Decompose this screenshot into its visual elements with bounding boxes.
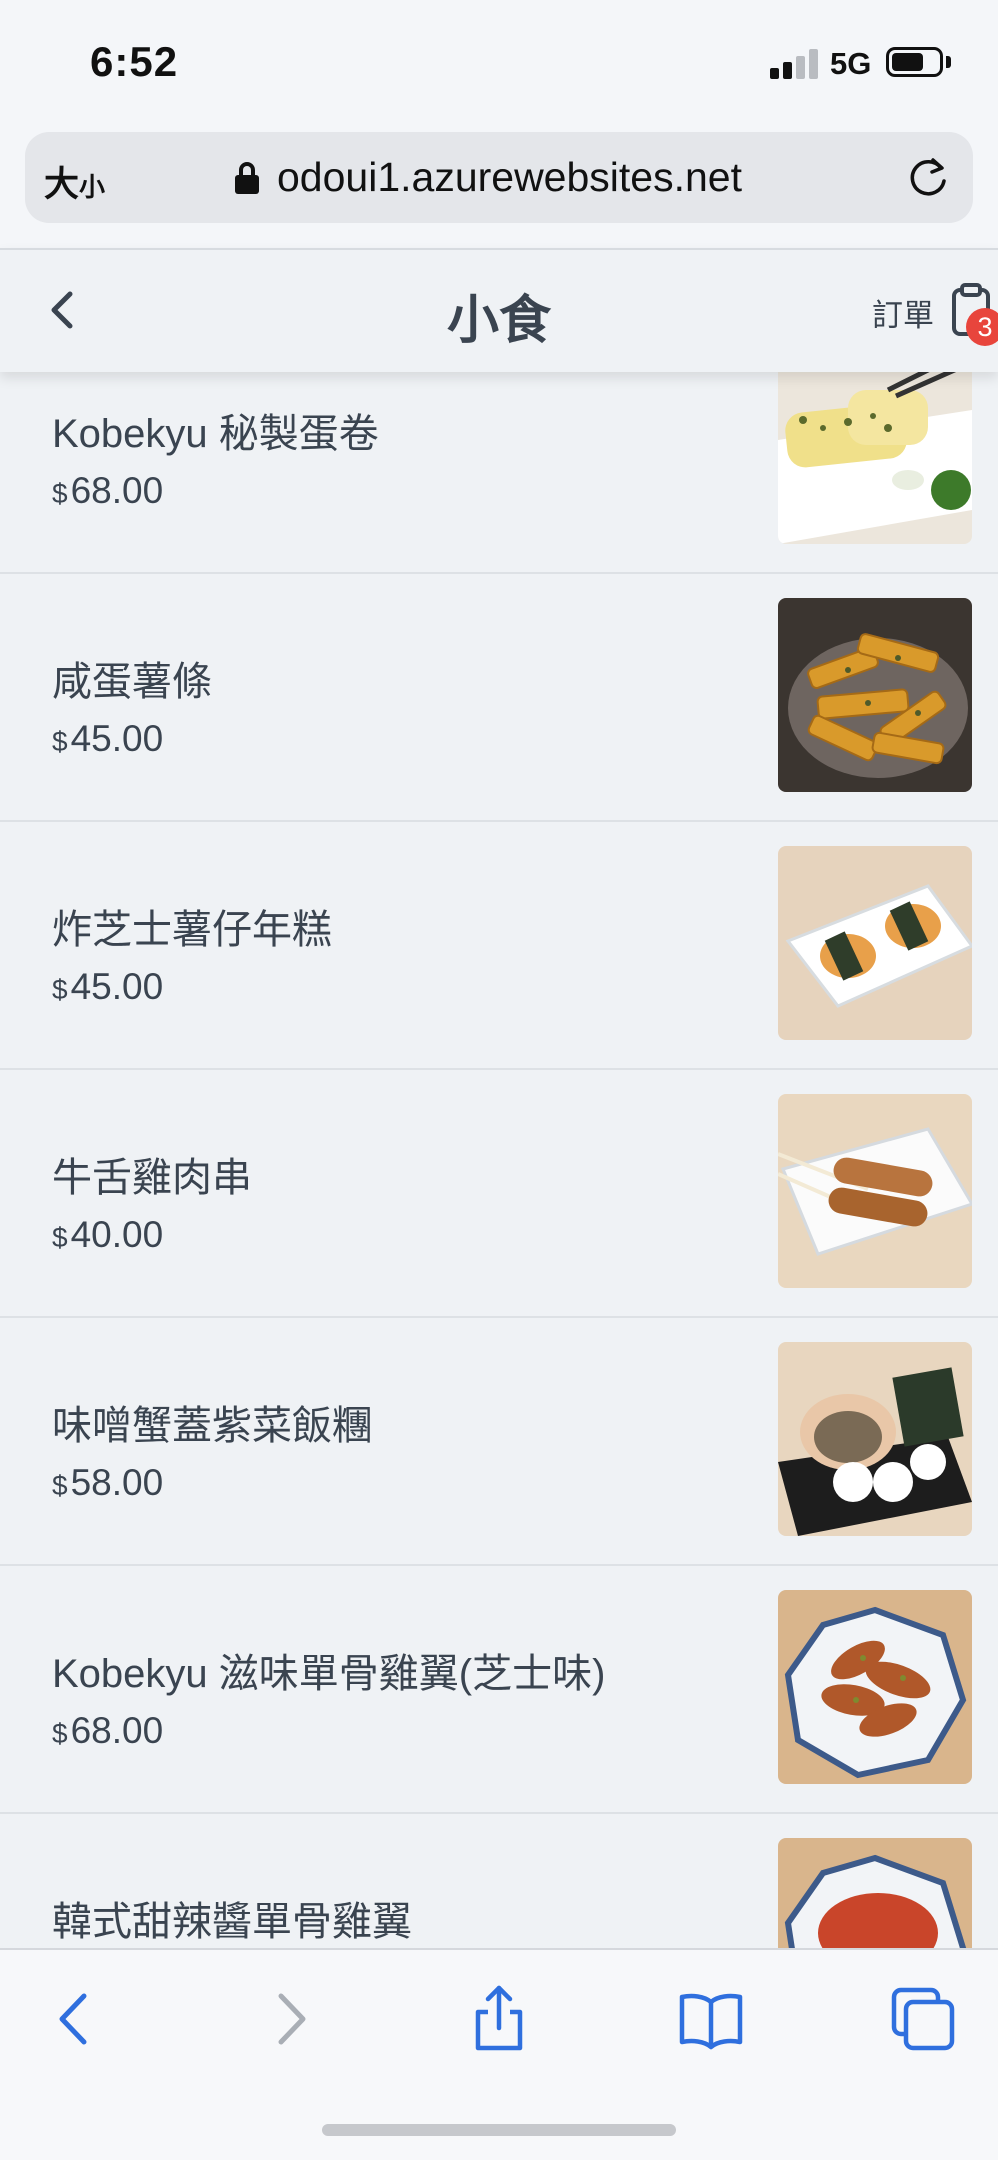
food-photo: [778, 846, 972, 1040]
item-price: $45.00: [52, 966, 163, 1008]
price-value: 68.00: [70, 470, 164, 511]
price-value: 68.00: [70, 1710, 164, 1751]
reload-icon[interactable]: [905, 154, 951, 200]
browser-address-area: 大小 odoui1.azurewebsites.net: [0, 128, 998, 248]
item-name: 韓式甜辣醬單骨雞翼: [52, 1900, 412, 1944]
currency-symbol: $: [52, 1470, 68, 1501]
status-time: 6:52: [90, 38, 179, 85]
currency-symbol: $: [52, 974, 68, 1005]
currency-symbol: $: [52, 726, 68, 757]
network-label: 5G: [830, 46, 872, 81]
battery-icon: [886, 47, 943, 77]
food-photo: [778, 372, 972, 544]
currency-symbol: $: [52, 1222, 68, 1253]
price-value: 45.00: [70, 966, 164, 1007]
page-title: 小食: [446, 292, 551, 350]
item-price: $40.00: [52, 1214, 163, 1256]
food-photo: [778, 1094, 972, 1288]
home-indicator: [322, 2124, 676, 2136]
page-header: 小食 訂單 3: [0, 248, 998, 372]
item-price: $58.00: [52, 1462, 163, 1504]
menu-item[interactable]: 炸芝士薯仔年糕 $45.00: [0, 822, 998, 1070]
menu-list: Kobekyu 秘製蛋卷 $68.00 咸蛋薯條 $45.00 炸芝士薯仔年糕 …: [0, 372, 998, 1948]
menu-item[interactable]: Kobekyu 秘製蛋卷 $68.00: [0, 372, 998, 574]
signal-icon: [770, 47, 818, 79]
item-name: 咸蛋薯條: [52, 660, 212, 704]
menu-item[interactable]: 咸蛋薯條 $45.00: [0, 574, 998, 822]
back-icon[interactable]: [40, 1984, 110, 2054]
lock-icon: [235, 162, 259, 194]
price-value: 45.00: [70, 718, 164, 759]
currency-symbol: $: [52, 1718, 68, 1749]
order-link[interactable]: 訂單: [872, 290, 934, 335]
text-size-small: 小: [79, 172, 106, 202]
item-price: $68.00: [52, 470, 163, 512]
menu-item[interactable]: 韓式甜辣醬單骨雞翼 $: [0, 1814, 998, 1948]
item-name: 牛舌雞肉串: [52, 1156, 252, 1200]
cart-count-badge: 3: [966, 308, 998, 346]
item-price: $45.00: [52, 718, 163, 760]
item-price: $68.00: [52, 1710, 163, 1752]
text-size-big: 大: [44, 165, 80, 204]
food-photo: [778, 1838, 972, 1948]
item-name: Kobekyu 秘製蛋卷: [52, 412, 379, 456]
menu-item[interactable]: Kobekyu 滋味單骨雞翼(芝士味) $68.00: [0, 1566, 998, 1814]
forward-icon[interactable]: [255, 1984, 325, 2054]
menu-item[interactable]: 味噌蟹蓋紫菜飯糰 $58.00: [0, 1318, 998, 1566]
price-value: 58.00: [70, 1462, 164, 1503]
bookmarks-icon[interactable]: [676, 1984, 746, 2054]
food-photo: [778, 1342, 972, 1536]
address-bar[interactable]: 大小 odoui1.azurewebsites.net: [25, 132, 973, 223]
menu-item[interactable]: 牛舌雞肉串 $40.00: [0, 1070, 998, 1318]
food-photo: [778, 598, 972, 792]
price-value: 40.00: [70, 1214, 164, 1255]
battery-cap: [946, 56, 951, 68]
url-text[interactable]: odoui1.azurewebsites.net: [277, 154, 742, 201]
food-photo: [778, 1590, 972, 1784]
tabs-icon[interactable]: [888, 1984, 958, 2054]
item-name: 味噌蟹蓋紫菜飯糰: [52, 1404, 372, 1448]
item-name: 炸芝士薯仔年糕: [52, 908, 332, 952]
text-size-button[interactable]: 大小: [44, 156, 105, 207]
status-bar: 6:52 5G: [0, 0, 998, 128]
share-icon[interactable]: [464, 1984, 534, 2054]
currency-symbol: $: [52, 478, 68, 509]
item-name: Kobekyu 滋味單骨雞翼(芝士味): [52, 1652, 606, 1696]
